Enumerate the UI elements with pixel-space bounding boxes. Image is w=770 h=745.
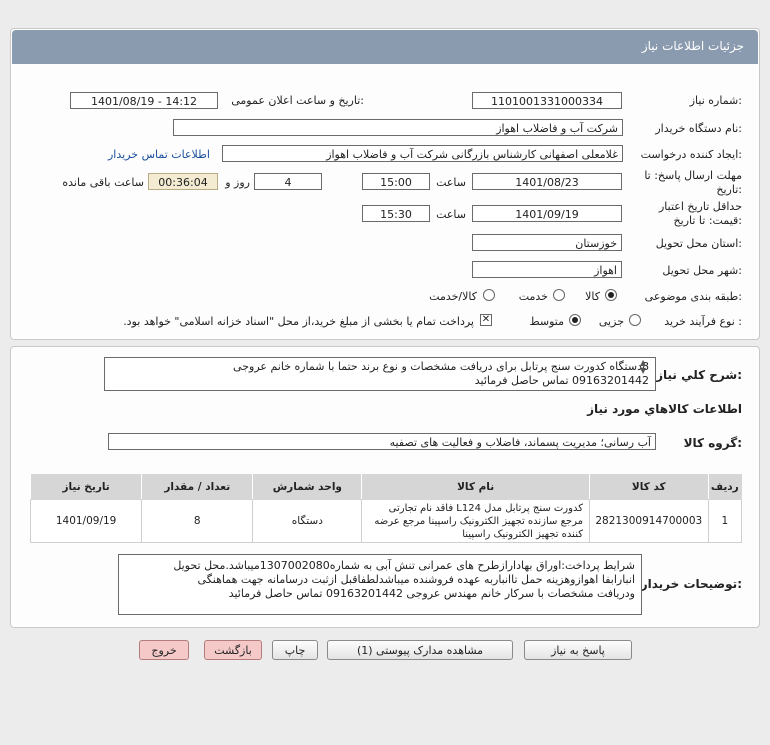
items-table: ردیف کد کالا نام کالا واحد شمارش تعداد /…: [29, 474, 743, 543]
buyer-contact-link[interactable]: اطلاعات تماس خریدار: [108, 148, 210, 161]
col-qty: تعداد / مقدار: [141, 474, 254, 500]
col-code: کد کالا: [588, 474, 709, 500]
category-radio-goods[interactable]: [605, 289, 617, 301]
reply-time-field: 15:00: [362, 173, 430, 190]
buyer-notes-line-2: انبارابفا اهوازوهزینه حمل تاانباربه عهده…: [197, 573, 635, 586]
remaining-time-label: ساعت باقی مانده: [62, 176, 144, 189]
reply-days-field: 4: [254, 173, 322, 190]
days-and-label: روز و: [225, 176, 250, 189]
need-number-field: 1101001331000334: [472, 92, 622, 109]
category-option-goods-service: کالا/خدمت: [429, 290, 477, 303]
buyer-notes-line-3: ودریافت مشخصات با سرکار خانم مهندس عروجی…: [228, 587, 635, 600]
province-field: خوزستان: [472, 234, 622, 251]
process-option-minor: جزیی: [598, 315, 624, 328]
buyer-notes-label: توضیحات خریدار:: [640, 577, 742, 591]
province-label: استان محل تحویل:: [655, 237, 742, 250]
treasury-payment-note: پرداخت تمام یا بخشی از مبلغ خرید،از محل …: [123, 315, 474, 328]
process-label: نوع فرآیند خرید :: [664, 315, 742, 328]
cell-qty: 8: [141, 499, 254, 543]
goods-group-field: آب رسانی؛ مدیریت پسماند، فاضلاب و فعالیت…: [108, 433, 656, 450]
reply-button[interactable]: پاسخ به نیاز: [524, 640, 632, 660]
process-radio-minor[interactable]: [629, 314, 641, 326]
cell-unit: دستگاه: [252, 499, 363, 543]
page-title: جزئیات اطلاعات نیاز: [641, 39, 744, 53]
items-table-header: ردیف کد کالا نام کالا واحد شمارش تعداد /…: [29, 474, 743, 500]
city-label: شهر محل تحویل:: [662, 264, 742, 277]
category-radio-service[interactable]: [553, 289, 565, 301]
validity-date-field: 1401/09/19: [472, 205, 622, 222]
buyer-notes-line-1: شرایط پرداخت:اوراق بهادارازطرح های عمران…: [173, 559, 635, 572]
cell-row: 1: [707, 499, 743, 543]
cell-name: کدورت سنج پرتابل مدل L124 فاقد نام تجارت…: [361, 499, 590, 543]
buyer-name-field: شرکت آب و فاضلاب اهواز: [173, 119, 623, 136]
validity-time-label: ساعت: [436, 208, 466, 221]
reply-date-field: 1401/08/23: [472, 173, 622, 190]
back-button[interactable]: بازگشت: [204, 640, 262, 660]
buyer-name-label: نام دستگاه خریدار:: [655, 122, 742, 135]
process-radio-medium[interactable]: [569, 314, 581, 326]
print-button[interactable]: چاپ: [272, 640, 318, 660]
requester-label: ایجاد کننده درخواست:: [640, 148, 742, 161]
validity-time-field: 15:30: [362, 205, 430, 222]
category-label: طبقه بندی موضوعی:: [644, 290, 742, 303]
cell-date: 1401/09/19: [29, 499, 143, 543]
category-radio-goods-service[interactable]: [483, 289, 495, 301]
summary-line-2: 09163201442 تماس حاصل فرمائید: [474, 374, 649, 387]
summary-textarea: 8دستگاه کدورت سنج پرتابل برای دریافت مشخ…: [104, 357, 656, 391]
city-field: اهواز: [472, 261, 622, 278]
reply-time-label: ساعت: [436, 176, 466, 189]
summary-label: شرح کلي نياز:: [656, 368, 742, 382]
category-option-service: خدمت: [518, 290, 548, 303]
category-option-goods: کالا: [585, 290, 600, 303]
title-bar: جزئیات اطلاعات نیاز: [12, 30, 758, 64]
col-name: نام کالا: [361, 474, 590, 500]
col-unit: واحد شمارش: [252, 474, 363, 500]
validity-deadline-label: حداقل تاریخ اعتبار قیمت: تا تاریخ:: [658, 200, 742, 227]
reply-deadline-label: مهلت ارسال پاسخ: تا تاریخ:: [644, 169, 742, 196]
goods-info-heading: اطلاعات کالاهاي مورد نياز: [587, 402, 742, 416]
cell-code: 2821300914700003: [588, 499, 709, 543]
announce-datetime-field: 1401/08/19 - 14:12: [70, 92, 218, 109]
buyer-notes-textarea: شرایط پرداخت:اوراق بهادارازطرح های عمران…: [118, 554, 642, 615]
remaining-time-field: 00:36:04: [148, 173, 218, 190]
treasury-payment-checkbox[interactable]: ✕: [480, 314, 492, 326]
requester-field: غلامعلی اصفهانی کارشناس بازرگانی شرکت آب…: [222, 145, 623, 162]
goods-group-label: گروه کالا:: [683, 436, 742, 450]
table-row: 1 2821300914700003 کدورت سنج پرتابل مدل …: [29, 499, 743, 543]
announce-datetime-label: تاریخ و ساعت اعلان عمومی:: [231, 94, 364, 107]
process-option-medium: متوسط: [529, 315, 564, 328]
col-row: ردیف: [707, 474, 743, 500]
exit-button[interactable]: خروج: [139, 640, 189, 660]
scroll-arrows-icon[interactable]: ▲ ▼: [640, 359, 646, 375]
col-date: تاریخ نیاز: [29, 474, 143, 500]
need-number-label: شماره نیاز:: [689, 94, 742, 107]
attachments-button[interactable]: مشاهده مدارک پیوستی (1): [327, 640, 513, 660]
summary-line-1: 8دستگاه کدورت سنج پرتابل برای دریافت مشخ…: [233, 360, 649, 373]
